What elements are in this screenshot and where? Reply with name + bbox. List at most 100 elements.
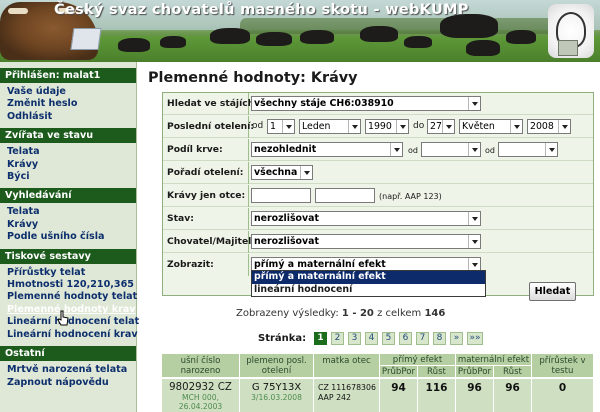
page-link[interactable]: 6 [399, 332, 412, 345]
column-header-primy-prubpor: PrůbPor [380, 366, 418, 378]
last-page-link[interactable]: »» [467, 332, 483, 345]
field-label: Hledat ve stájích: [163, 93, 258, 115]
cell-usni: 9802932 CZ MCH 000, 26.04.2003 [162, 379, 240, 412]
select-value: nerozlišovat [254, 213, 319, 224]
page-link[interactable]: 2 [331, 332, 344, 345]
cow-silhouette [256, 32, 292, 46]
hand-cursor-icon [57, 310, 69, 326]
page-link[interactable]: 7 [416, 332, 429, 345]
field-label: Zobrazit: [163, 254, 249, 276]
cell-primy-rust: 116 [418, 379, 456, 412]
select-value: Leden [302, 121, 331, 132]
sidebar-item-hmotnosti[interactable]: Hmotnosti 120,210,365 [0, 279, 136, 291]
sidebar-item-telata[interactable]: Telata [0, 146, 136, 158]
sidebar-item-search-usni-cislo[interactable]: Podle ušního čísla [0, 231, 136, 243]
krev-od1-select[interactable] [421, 142, 481, 157]
cell-primy-prubpor: 94 [380, 379, 418, 412]
poradi-select[interactable]: všechna [251, 165, 313, 180]
column-header-matka: matka otec [314, 354, 380, 378]
site-title: Český svaz chovatelů masného skotu - web… [54, 2, 469, 18]
chevron-down-icon [510, 120, 522, 133]
stav-select[interactable]: nerozlišovat [251, 211, 481, 226]
sidebar-item-search-telata[interactable]: Telata [0, 206, 136, 218]
page-link[interactable]: 3 [348, 332, 361, 345]
page-link[interactable]: 5 [382, 332, 395, 345]
sidebar-section-title: Ostatní [0, 346, 136, 362]
dropdown-option-primy[interactable]: přímý a maternální efekt [252, 271, 485, 284]
chevron-down-icon [468, 212, 480, 225]
otec-hint: (např. AAP 123) [379, 192, 442, 201]
sidebar-item-kravy[interactable]: Krávy [0, 159, 136, 171]
select-value: Květen [462, 121, 495, 132]
next-page-link[interactable]: » [450, 332, 463, 345]
sidebar-item-ph-telat[interactable]: Plemenné hodnoty telat [0, 291, 137, 303]
sidebar-item-byci[interactable]: Býci [0, 171, 136, 183]
select-value: nerozlišovat [254, 236, 319, 247]
sidebar-item-vase-udaje[interactable]: Vaše údaje [0, 86, 136, 98]
select-value: všechny stáje CH6:038910 [254, 98, 394, 109]
krev-select[interactable]: nezohlednit [251, 142, 403, 157]
page-link[interactable]: 1 [314, 332, 327, 345]
select-value: nezohlednit [254, 144, 317, 155]
od-month-select[interactable]: Leden [299, 119, 361, 134]
od-year-select[interactable]: 1990 [365, 119, 409, 134]
column-header-primy-rust: Růst [418, 366, 456, 378]
do-year-select[interactable]: 2008 [527, 119, 571, 134]
cow-silhouette [300, 30, 334, 44]
chevron-down-icon [396, 120, 408, 133]
cell-matka: CZ 111678306 AAP 242 [314, 379, 380, 412]
chevron-down-icon [442, 120, 454, 133]
sidebar-item-lh-krav[interactable]: Lineární hodnocení krav [0, 329, 138, 341]
od-day-select[interactable]: 1 [267, 119, 295, 134]
sidebar-item-mrtve[interactable]: Mrtvě narozená telata [0, 364, 136, 376]
staje-select[interactable]: všechny stáje CH6:038910 [251, 96, 481, 111]
search-form: Hledat ve stájích: všechny stáje CH6:038… [162, 92, 594, 296]
column-header-primy: přímý efekt [380, 354, 456, 366]
field-label: Chovatel/Majitel: [163, 231, 255, 253]
field-label: Poslední otelení: [163, 116, 254, 138]
sidebar-item-odhlasit[interactable]: Odhlásit [0, 111, 136, 123]
column-header-maternalni: maternální efekt [456, 354, 532, 366]
form-row-otelen: Poslední otelení: od 1 Leden 1990 do 27 … [163, 116, 593, 138]
page-link[interactable]: 8 [433, 332, 446, 345]
select-value: 1990 [368, 121, 392, 132]
select-value: 2008 [530, 121, 554, 132]
cell-plemeno: G 75Y13X 3/16.03.2008 [240, 379, 314, 412]
horn-icon [8, 8, 28, 14]
column-header-mat-prubpor: PrůbPor [456, 366, 494, 378]
select-value: přímý a maternální efekt [254, 259, 386, 270]
select-value: 1 [270, 121, 276, 132]
sire-id: AAP 242 [318, 392, 351, 402]
page-link[interactable]: 4 [365, 332, 378, 345]
do-day-select[interactable]: 27 [427, 119, 455, 134]
cow-silhouette [210, 28, 250, 44]
sidebar-item-napoveda[interactable]: Zapnout nápovědu [0, 377, 136, 389]
od-label: od [408, 146, 418, 155]
krev-od2-select[interactable] [498, 142, 558, 157]
otec-input-1[interactable] [251, 188, 311, 203]
search-button[interactable]: Hledat [529, 282, 576, 301]
sidebar-item-prirustky[interactable]: Přírůstky telat [0, 267, 136, 279]
sidebar-item-search-kravy[interactable]: Krávy [0, 219, 136, 231]
sidebar-item-zmenit-heslo[interactable]: Změnit heslo [0, 98, 136, 110]
column-header-usni: ušní číslo narozeno [162, 354, 240, 378]
cow-silhouette [360, 26, 398, 42]
ear-number: 9802932 CZ [169, 382, 232, 393]
results-summary: Zobrazeny výsledky: 1 - 20 z celkem 146 [236, 308, 445, 319]
chevron-down-icon [468, 97, 480, 110]
field-label: Podíl krve: [163, 139, 249, 161]
od-label: od [485, 146, 495, 155]
results-middle: z celkem [377, 308, 422, 319]
form-row-stav: Stav: nerozlišovat [163, 208, 593, 230]
header-banner: Český svaz chovatelů masného skotu - web… [0, 0, 600, 62]
chovatel-select[interactable]: nerozlišovat [251, 234, 481, 249]
form-row-otec: Krávy jen otce: (např. AAP 123) [163, 185, 593, 207]
column-header-plemeno: plemeno posl. otelení [240, 354, 314, 378]
chevron-down-icon [300, 166, 312, 179]
dropdown-option-linearni[interactable]: lineární hodnocení [252, 284, 485, 297]
login-status: Přihlášen: malat1 [0, 68, 136, 83]
do-month-select[interactable]: Květen [459, 119, 523, 134]
chevron-down-icon [282, 120, 294, 133]
device-icon [558, 40, 578, 56]
otec-input-2[interactable] [315, 188, 375, 203]
